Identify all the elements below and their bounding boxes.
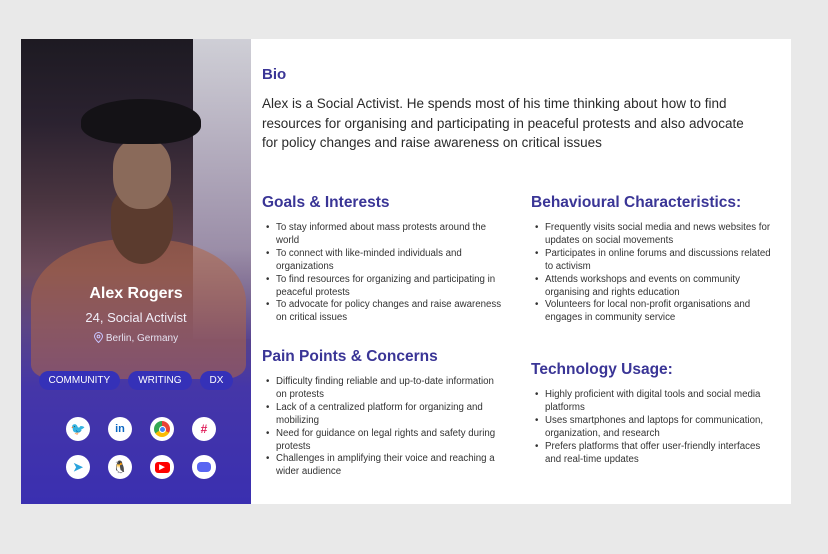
location-text: Berlin, Germany	[105, 333, 179, 344]
tag-community[interactable]: COMMUNITY	[38, 371, 121, 390]
behaviour-heading: Behavioural Characteristics:	[531, 194, 742, 211]
list-item: Need for guidance on legal rights and sa…	[262, 428, 507, 454]
list-item: Uses smartphones and laptops for communi…	[531, 415, 776, 441]
bio-text: Alex is a Social Activist. He spends mos…	[262, 96, 744, 150]
profile-photo-face	[113, 139, 171, 209]
pain-list: Difficulty finding reliable and up-to-da…	[262, 376, 507, 479]
tech-list: Highly proficient with digital tools and…	[531, 389, 776, 466]
details-panel: Bio Alex is a Social Activist. He spends…	[262, 39, 791, 504]
profile-role: 24, Social Activist	[85, 310, 187, 325]
goals-list: To stay informed about mass protests aro…	[262, 222, 507, 325]
tech-heading: Technology Usage:	[531, 361, 673, 378]
location-pin-icon	[93, 332, 103, 344]
social-icons-row-1: 🐦 in #	[66, 417, 216, 441]
behaviour-list: Frequently visits social media and news …	[531, 222, 776, 325]
profile-photo-hat	[81, 99, 201, 144]
linux-icon[interactable]: 🐧	[108, 455, 132, 479]
persona-card: Alex Rogers 24, Social Activist Berlin, …	[21, 39, 791, 504]
linkedin-icon[interactable]: in	[108, 417, 132, 441]
pain-heading: Pain Points & Concerns	[262, 348, 438, 365]
list-item: To find resources for organizing and par…	[262, 274, 507, 300]
list-item: Lack of a centralized platform for organ…	[262, 402, 507, 428]
social-icons-row-2: ➤ 🐧 ▶	[66, 455, 216, 479]
youtube-icon[interactable]: ▶	[150, 455, 174, 479]
profile-name: Alex Rogers	[89, 285, 183, 302]
profile-location: Berlin, Germany	[21, 332, 251, 344]
tag-writing[interactable]: WRITING	[128, 371, 192, 390]
list-item: Prefers platforms that offer user-friend…	[531, 441, 776, 467]
list-item: Frequently visits social media and news …	[531, 222, 776, 248]
list-item: To stay informed about mass protests aro…	[262, 222, 507, 248]
list-item: Attends workshops and events on communit…	[531, 274, 776, 300]
list-item: Highly proficient with digital tools and…	[531, 389, 776, 415]
twitter-icon[interactable]: 🐦	[66, 417, 90, 441]
chrome-icon[interactable]	[150, 417, 174, 441]
goals-heading: Goals & Interests	[262, 194, 390, 211]
telegram-icon[interactable]: ➤	[66, 455, 90, 479]
list-item: Difficulty finding reliable and up-to-da…	[262, 376, 507, 402]
tag-dx[interactable]: DX	[199, 371, 234, 390]
profile-panel: Alex Rogers 24, Social Activist Berlin, …	[21, 39, 251, 504]
bio-heading: Bio	[262, 66, 287, 83]
tag-list: COMMUNITY WRITING DX	[21, 371, 251, 390]
discord-icon[interactable]	[192, 455, 216, 479]
slack-icon[interactable]: #	[192, 417, 216, 441]
list-item: To connect with like-minded individuals …	[262, 248, 507, 274]
list-item: To advocate for policy changes and raise…	[262, 299, 507, 325]
list-item: Participates in online forums and discus…	[531, 248, 776, 274]
list-item: Challenges in amplifying their voice and…	[262, 453, 507, 479]
list-item: Volunteers for local non-profit organisa…	[531, 299, 776, 325]
